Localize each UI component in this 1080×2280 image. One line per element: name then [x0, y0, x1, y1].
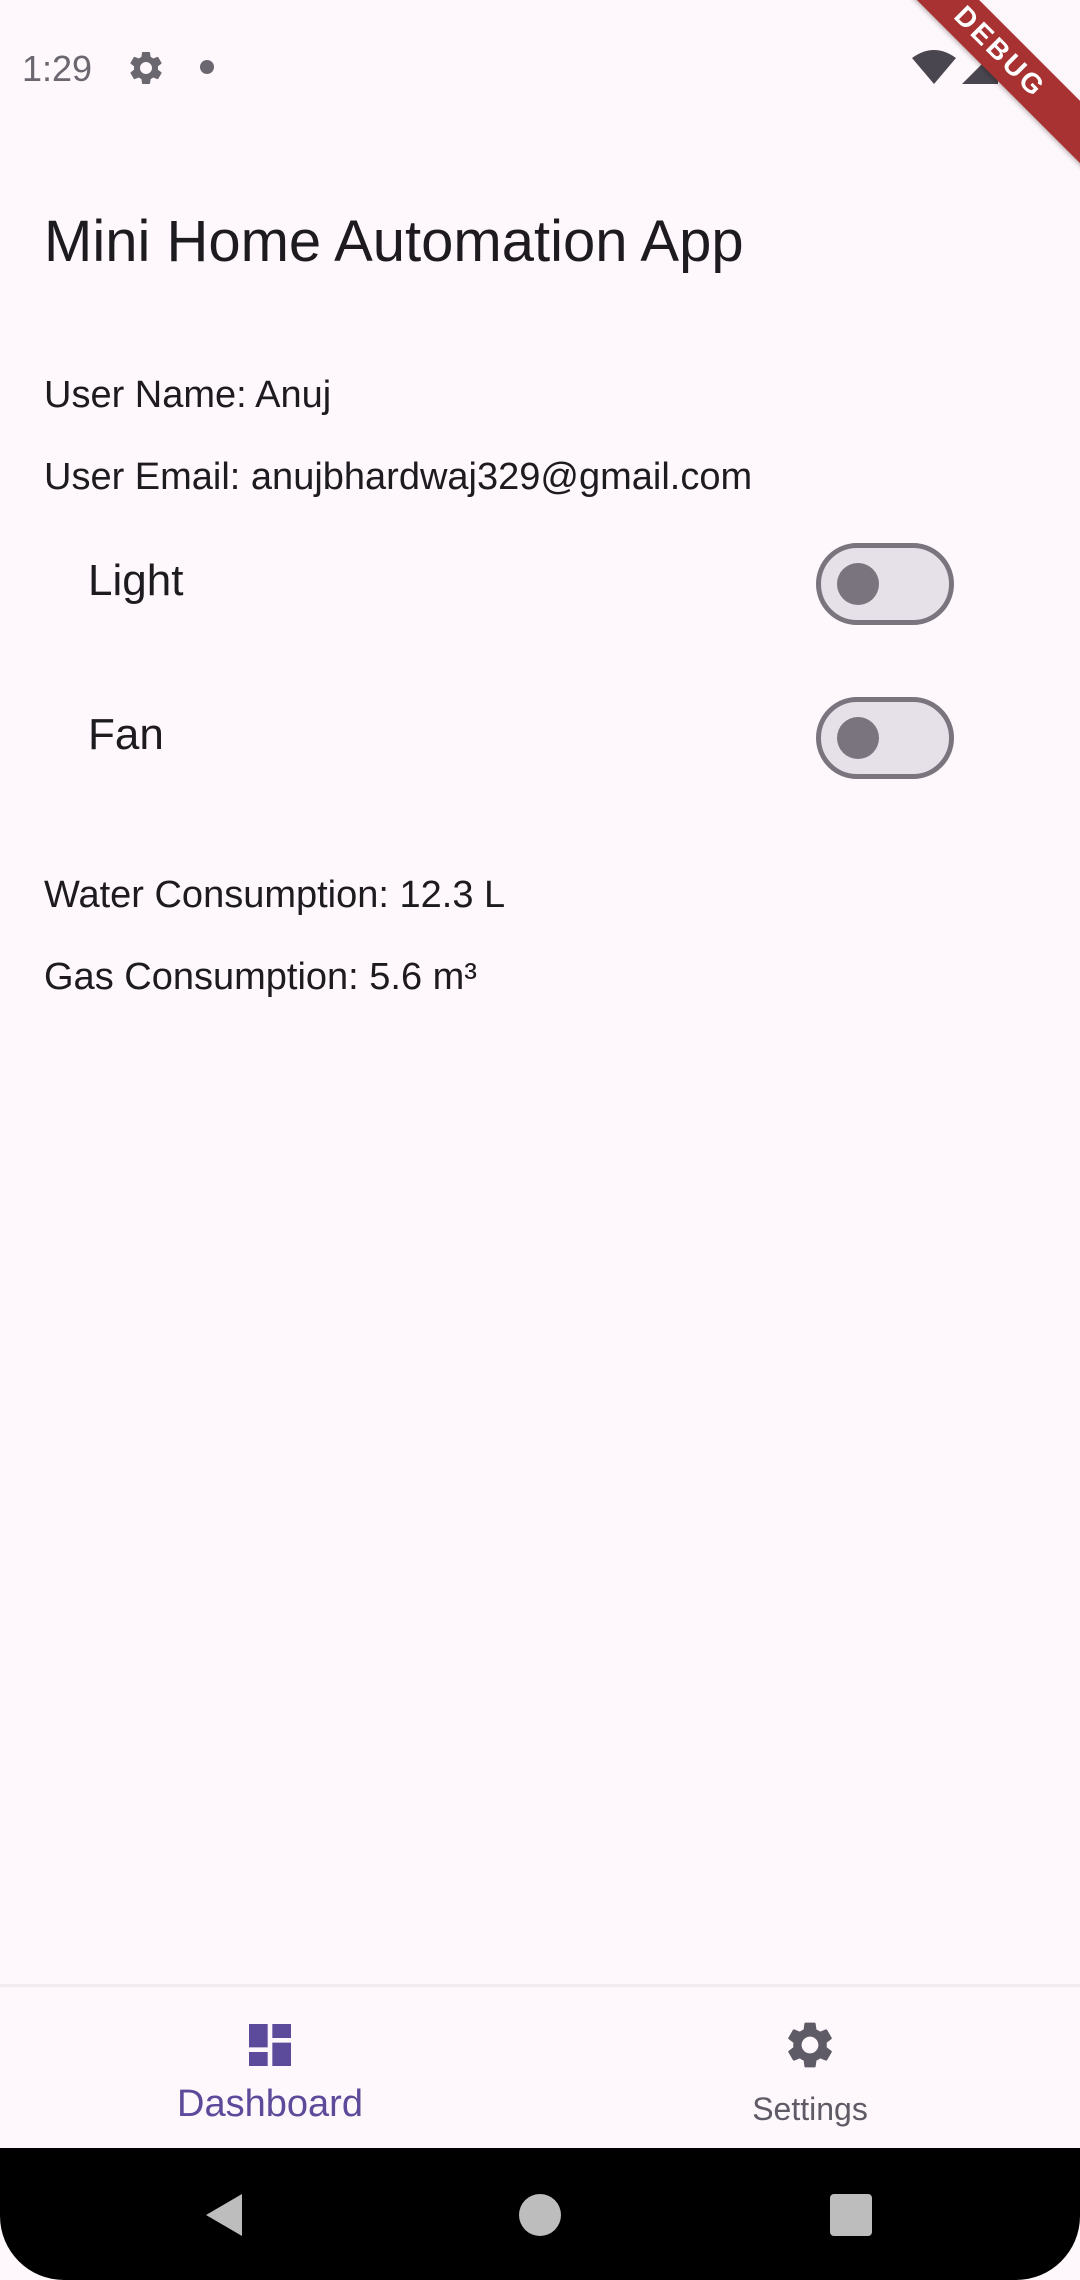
fan-toggle-thumb: [837, 717, 879, 759]
light-toggle-thumb: [837, 563, 879, 605]
system-navigation-bar: [0, 2148, 1080, 2280]
light-toggle[interactable]: [816, 543, 954, 625]
back-icon[interactable]: [198, 2188, 252, 2242]
user-email-text: User Email: anujbhardwaj329@gmail.com: [44, 456, 753, 498]
user-name-text: User Name: Anuj: [44, 374, 332, 416]
app-screen: 1:29 DEBUG Mini Home Automation App User…: [0, 0, 1080, 2280]
notification-dot-icon: [200, 60, 214, 74]
nav-label-settings: Settings: [752, 2091, 868, 2127]
fan-switch-row[interactable]: Fan: [0, 684, 1080, 794]
fan-toggle[interactable]: [816, 697, 954, 779]
light-switch-row[interactable]: Light: [0, 530, 1080, 640]
home-icon[interactable]: [513, 2188, 567, 2242]
dashboard-icon: [249, 2024, 291, 2066]
nav-item-dashboard[interactable]: Dashboard: [0, 1987, 540, 2151]
bottom-navigation-bar: Dashboard Settings: [0, 1984, 1080, 2151]
recents-icon[interactable]: [824, 2188, 878, 2242]
status-bar: 1:29: [0, 0, 1080, 140]
gear-icon: [130, 51, 162, 84]
wifi-icon: [912, 50, 956, 84]
water-consumption-text: Water Consumption: 12.3 L: [44, 874, 506, 916]
light-label: Light: [88, 556, 184, 605]
nav-item-settings[interactable]: Settings: [540, 1987, 1080, 2151]
fan-label: Fan: [88, 710, 164, 759]
gear-icon: [788, 2022, 832, 2068]
status-time: 1:29: [22, 48, 93, 89]
nav-label-dashboard: Dashboard: [177, 2083, 363, 2125]
page-title: Mini Home Automation App: [44, 209, 744, 274]
gas-consumption-text: Gas Consumption: 5.6 m³: [44, 956, 477, 998]
